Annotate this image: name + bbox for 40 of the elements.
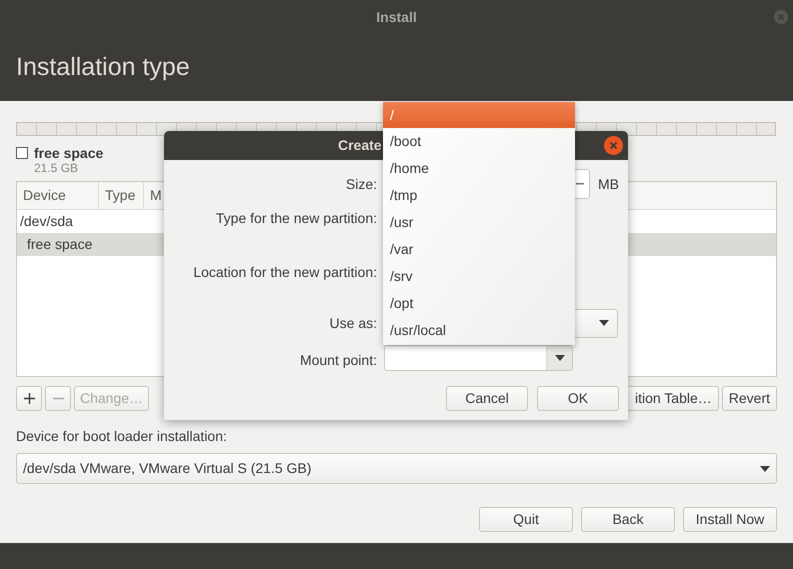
field-label: Size:	[346, 174, 377, 194]
legend-checkbox[interactable]	[16, 147, 28, 159]
menu-item[interactable]: /opt	[383, 290, 575, 317]
dialog-title: Create	[338, 136, 382, 155]
page-title: Installation type	[16, 52, 190, 84]
minus-icon[interactable]	[576, 183, 584, 185]
dialog-button[interactable]: Cancel	[446, 386, 528, 411]
menu-item[interactable]: /srv	[383, 263, 575, 290]
close-icon[interactable]	[604, 136, 623, 155]
unit-label: MB	[598, 174, 619, 194]
column-header[interactable]: Device	[17, 182, 99, 209]
table-action-button[interactable]: Revert	[722, 386, 777, 411]
menu-item[interactable]: /tmp	[383, 182, 575, 209]
menu-item[interactable]: /usr	[383, 209, 575, 236]
footer-button[interactable]: Install Now	[683, 507, 777, 532]
add-button[interactable]	[16, 386, 42, 411]
menu-item[interactable]: /usr/local	[383, 317, 575, 344]
field-label: Type for the new partition:	[216, 208, 377, 228]
legend-size: 21.5 GB	[34, 161, 80, 176]
boot-loader-label: Device for boot loader installation:	[16, 427, 228, 446]
field-label: Use as:	[330, 314, 377, 332]
footer-button[interactable]: Back	[581, 507, 675, 532]
boot-loader-combo[interactable]: /dev/sda VMware, VMware Virtual S (21.5 GB)	[16, 453, 777, 484]
window-title: Install	[376, 8, 417, 27]
device-name: free space	[27, 235, 92, 254]
caret-icon	[554, 355, 564, 361]
mount-point-combo[interactable]	[384, 345, 573, 371]
menu-item[interactable]: /boot	[383, 128, 575, 155]
footer-button[interactable]: Quit	[479, 507, 573, 532]
legend-label: free space	[34, 145, 104, 161]
field-label: Mount point:	[300, 350, 377, 370]
column-header[interactable]: Type	[99, 182, 144, 209]
caret-icon	[599, 320, 609, 326]
caret-icon	[760, 466, 770, 472]
plus-icon	[24, 393, 34, 404]
dialog-button[interactable]: OK	[537, 386, 619, 411]
boot-loader-value: /dev/sda VMware, VMware Virtual S (21.5 GB)	[23, 459, 312, 478]
menu-item[interactable]: /home	[383, 155, 575, 182]
menu-item[interactable]: /var	[383, 236, 575, 263]
field-label: Location for the new partition:	[193, 262, 377, 282]
